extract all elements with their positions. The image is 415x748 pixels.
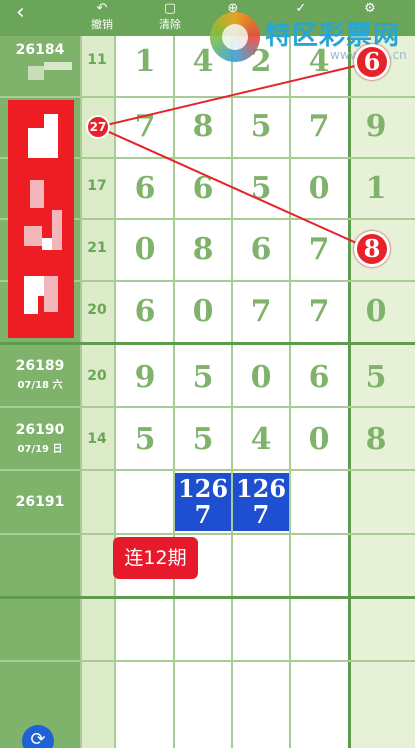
connector-line [97,126,373,251]
refresh-icon: ⟳ [30,729,46,748]
connector-lines [97,61,373,251]
connector-line [97,61,373,128]
sum-marker-circle: 27 [86,115,110,139]
digit-marker-circle: 6 [354,44,390,80]
digit-marker-circle: 8 [354,231,390,267]
